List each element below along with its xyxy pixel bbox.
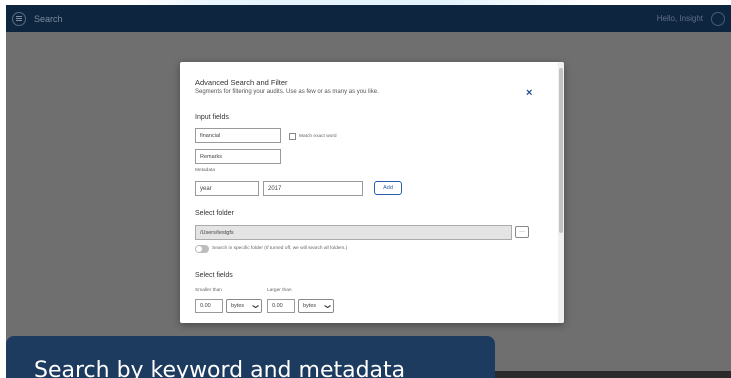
caption-text: Search by keyword and metadata	[34, 358, 406, 378]
app-header: Search Hello, Insight	[6, 5, 731, 32]
chevron-down-icon: ❯	[323, 303, 330, 309]
larger-unit-select[interactable]: bytes ❯	[298, 299, 334, 313]
specific-folder-toggle-label: Search in specific folder (If turned off…	[212, 246, 348, 251]
smaller-than-input[interactable]: 0.00	[195, 299, 223, 313]
input-fields-heading: Input fields	[195, 114, 229, 121]
specific-folder-toggle[interactable]	[195, 245, 209, 253]
metadata-value-input[interactable]: 2017	[263, 181, 363, 196]
advanced-search-dialog: Advanced Search and Filter Segments for …	[180, 62, 564, 323]
chevron-down-icon: ❯	[251, 303, 258, 309]
dialog-title: Advanced Search and Filter	[195, 78, 288, 87]
smaller-unit-value: bytes	[231, 303, 245, 309]
smaller-than-label: Smaller than	[195, 288, 222, 293]
larger-than-label: Larger than	[267, 288, 292, 293]
remarks-input[interactable]: Remarks	[195, 149, 281, 164]
user-greeting: Hello, Insight	[656, 14, 703, 23]
app-title: Search	[34, 13, 63, 24]
larger-than-input[interactable]: 0.00	[267, 299, 295, 313]
caption-banner: Search by keyword and metadata	[6, 336, 495, 378]
select-folder-heading: Select folder	[195, 210, 234, 217]
match-exact-checkbox[interactable]	[289, 133, 296, 140]
folder-path-field[interactable]: /Users/testgfs	[195, 225, 512, 240]
add-metadata-button[interactable]: Add	[374, 181, 402, 195]
smaller-unit-select[interactable]: bytes ❯	[226, 299, 262, 313]
avatar[interactable]	[711, 11, 725, 26]
larger-unit-value: bytes	[303, 303, 317, 309]
dialog-scrollbar[interactable]	[558, 62, 564, 323]
app-window: Search Hello, Insight Advanced Search an…	[6, 5, 731, 378]
metadata-label: Metadata	[195, 168, 216, 173]
dialog-subtitle: Segments for filtering your audits. Use …	[195, 89, 379, 95]
metadata-key-input[interactable]: year	[195, 181, 259, 196]
browse-folder-button[interactable]: ···	[515, 226, 529, 238]
bottom-right-strip	[495, 371, 731, 378]
select-fields-heading: Select fields	[195, 272, 233, 279]
match-exact-label: Match exact word	[299, 134, 337, 139]
keyword-input[interactable]: financial	[195, 128, 281, 143]
close-icon[interactable]: ×	[526, 88, 532, 99]
menu-icon[interactable]	[12, 11, 26, 26]
scrollbar-thumb[interactable]	[559, 68, 563, 233]
